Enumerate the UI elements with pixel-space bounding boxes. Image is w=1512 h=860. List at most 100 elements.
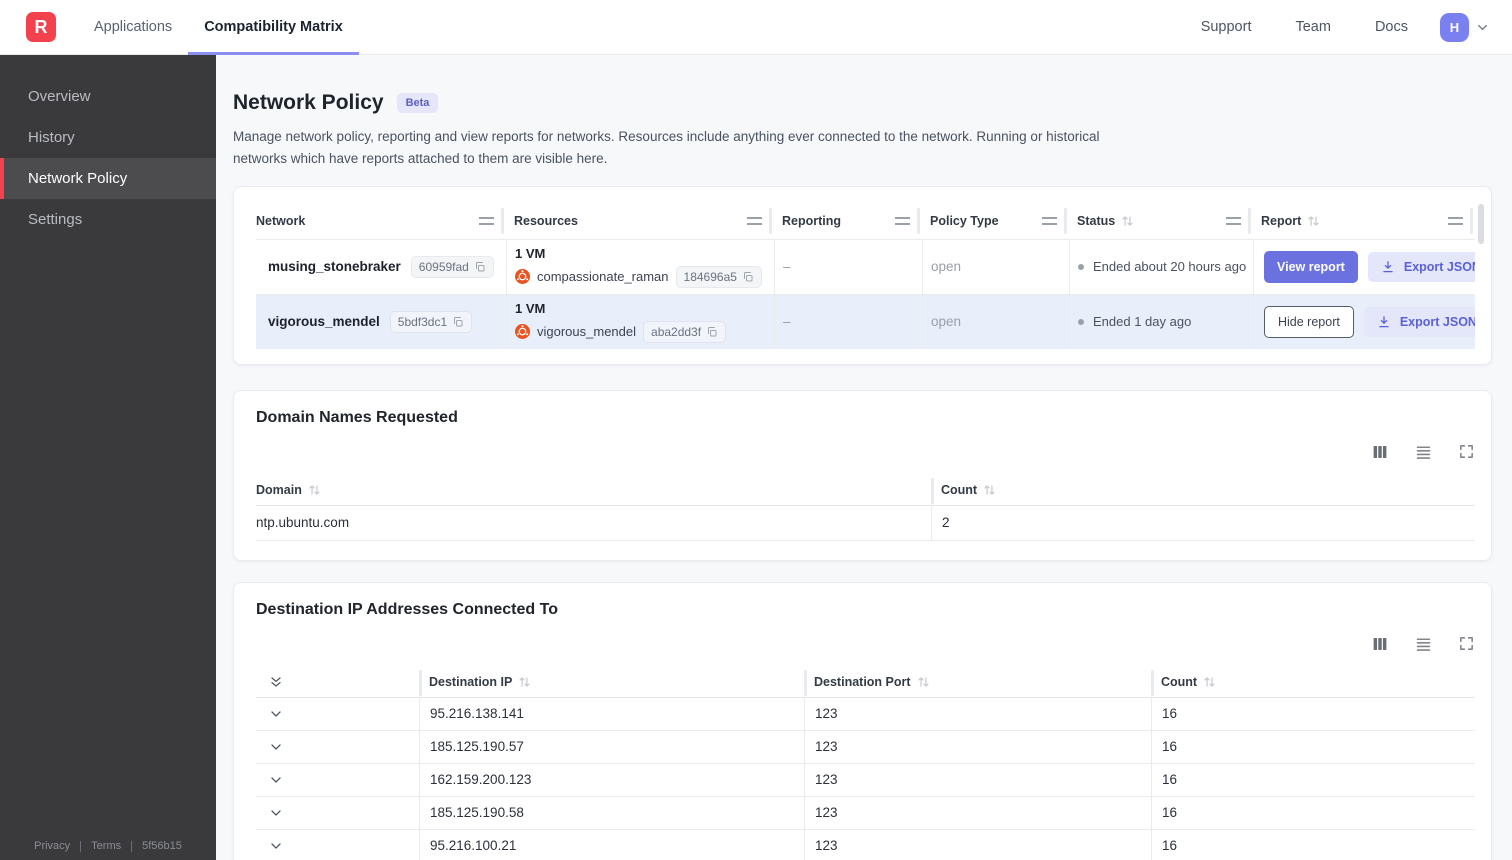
col-header-status[interactable]: Status — [1069, 204, 1253, 239]
col-header-count-label: Count — [1161, 675, 1198, 690]
col-header-count[interactable]: Count — [931, 476, 1475, 505]
expand-all-rows-button[interactable] — [256, 668, 419, 697]
rows-view-icon[interactable] — [1414, 443, 1433, 461]
link-team[interactable]: Team — [1295, 19, 1330, 35]
sort-icon[interactable] — [983, 484, 996, 496]
chevron-down-icon[interactable] — [268, 772, 284, 788]
network-row-musing-stonebraker[interactable]: musing_stonebraker 60959fad 1 VM compass… — [256, 238, 1475, 294]
column-handle-icon[interactable] — [747, 217, 762, 226]
count-cell: 16 — [1151, 763, 1475, 796]
column-handle-icon[interactable] — [479, 217, 494, 226]
network-row-vigorous-mendel[interactable]: vigorous_mendel 5bdf3dc1 1 VM vigorous_m… — [256, 293, 1475, 349]
chevron-down-icon[interactable] — [268, 805, 284, 821]
row-expand-button[interactable] — [268, 739, 284, 755]
sidebar-item-history[interactable]: History — [0, 117, 216, 158]
table-toolbar — [256, 443, 1475, 461]
double-chevron-down-icon[interactable] — [268, 674, 284, 690]
sidebar-item-overview[interactable]: Overview — [0, 76, 216, 117]
tab-compatibility-matrix[interactable]: Compatibility Matrix — [188, 0, 359, 55]
terms-link[interactable]: Terms — [91, 840, 121, 852]
download-icon — [1379, 315, 1389, 327]
app-logo[interactable]: R — [26, 12, 56, 42]
col-header-destination-ip[interactable]: Destination IP — [419, 668, 804, 697]
col-header-domain[interactable]: Domain — [256, 476, 931, 505]
chevron-down-icon[interactable] — [268, 739, 284, 755]
resource-id-badge[interactable]: 184696a5 — [675, 265, 762, 288]
sort-icon[interactable] — [308, 484, 321, 496]
destination-row: 185.125.190.57 123 16 — [256, 730, 1475, 764]
resources-cell: 1 VM vigorous_mendel aba2dd3f — [506, 294, 774, 349]
sidebar-item-network-policy[interactable]: Network Policy — [0, 158, 216, 199]
col-header-destination-port[interactable]: Destination Port — [804, 668, 1151, 697]
sort-icon[interactable] — [1121, 215, 1134, 227]
sort-icon[interactable] — [518, 676, 531, 688]
hide-report-button[interactable]: Hide report — [1264, 305, 1354, 338]
sidebar-item-settings[interactable]: Settings — [0, 199, 216, 240]
chevron-down-icon[interactable] — [268, 706, 284, 722]
resource-id-badge[interactable]: aba2dd3f — [643, 320, 727, 343]
sidebar-footer: Privacy Terms 5f56b15 — [0, 840, 216, 852]
col-header-resources-label: Resources — [514, 214, 578, 229]
rows-view-icon[interactable] — [1414, 635, 1433, 653]
chevron-down-icon[interactable] — [1475, 20, 1490, 35]
destination-ip-cell: 185.125.190.58 — [419, 796, 804, 829]
col-header-destination-port-label: Destination Port — [814, 675, 911, 690]
network-cell: musing_stonebraker 60959fad — [256, 240, 506, 294]
sort-icon[interactable] — [917, 676, 930, 688]
copy-icon[interactable] — [452, 316, 464, 328]
columns-view-icon[interactable] — [1371, 443, 1389, 461]
col-header-count[interactable]: Count — [1151, 668, 1475, 697]
column-handle-icon[interactable] — [1226, 217, 1241, 226]
col-header-domain-label: Domain — [256, 483, 302, 498]
count-cell: 16 — [1151, 697, 1475, 730]
chevron-down-icon[interactable] — [268, 838, 284, 854]
expand-fullscreen-icon[interactable] — [1458, 635, 1475, 652]
sidebar-items: Overview History Network Policy Settings — [0, 76, 216, 240]
build-id: 5f56b15 — [142, 840, 182, 852]
sort-icon[interactable] — [1203, 676, 1216, 688]
view-report-button[interactable]: View report — [1264, 250, 1358, 283]
destination-row: 95.216.138.141 123 16 — [256, 697, 1475, 731]
user-menu[interactable]: H — [1440, 12, 1490, 42]
top-navigation: R Applications Compatibility Matrix Supp… — [0, 0, 1512, 55]
footer-divider — [131, 840, 133, 852]
col-header-network[interactable]: Network — [256, 204, 506, 239]
export-json-button[interactable]: Export JSON — [1367, 251, 1475, 282]
report-cell: View report Export JSON — [1253, 239, 1475, 294]
domains-card: Domain Names Requested Domain Count ntp.… — [233, 389, 1492, 561]
row-expand-button[interactable] — [268, 838, 284, 854]
table-scrollbar-thumb[interactable] — [1478, 203, 1484, 244]
avatar[interactable]: H — [1440, 12, 1469, 42]
tab-applications[interactable]: Applications — [78, 0, 188, 55]
columns-view-icon[interactable] — [1371, 635, 1389, 653]
networks-card: Network Resources Reporting Policy Type … — [233, 185, 1492, 365]
row-expand-button[interactable] — [268, 805, 284, 821]
col-header-report[interactable]: Report — [1253, 204, 1475, 239]
copy-icon[interactable] — [474, 261, 486, 273]
footer-divider — [80, 840, 82, 852]
column-handle-icon[interactable] — [1042, 217, 1057, 226]
reporting-cell: – — [774, 239, 922, 294]
sort-icon[interactable] — [1307, 215, 1320, 227]
download-icon — [1383, 260, 1393, 272]
col-header-policy-type[interactable]: Policy Type — [922, 204, 1069, 239]
expand-fullscreen-icon[interactable] — [1458, 443, 1475, 460]
destination-row: 185.125.190.58 123 16 — [256, 796, 1475, 830]
export-json-button[interactable]: Export JSON — [1363, 306, 1475, 337]
privacy-link[interactable]: Privacy — [34, 840, 70, 852]
copy-icon[interactable] — [742, 271, 754, 283]
destination-row: 162.159.200.123 123 16 — [256, 763, 1475, 797]
page-header: Network Policy Beta — [233, 91, 1492, 115]
copy-icon[interactable] — [706, 326, 718, 338]
network-id-badge[interactable]: 60959fad — [410, 255, 494, 278]
row-expand-button[interactable] — [268, 772, 284, 788]
column-handle-icon[interactable] — [895, 217, 910, 226]
col-header-reporting[interactable]: Reporting — [774, 204, 922, 239]
network-id-badge[interactable]: 5bdf3dc1 — [389, 310, 473, 333]
col-header-reporting-label: Reporting — [782, 214, 842, 229]
row-expand-button[interactable] — [268, 706, 284, 722]
link-support[interactable]: Support — [1201, 19, 1252, 35]
col-header-resources[interactable]: Resources — [506, 204, 774, 239]
link-docs[interactable]: Docs — [1375, 19, 1408, 35]
column-handle-icon[interactable] — [1448, 217, 1463, 226]
